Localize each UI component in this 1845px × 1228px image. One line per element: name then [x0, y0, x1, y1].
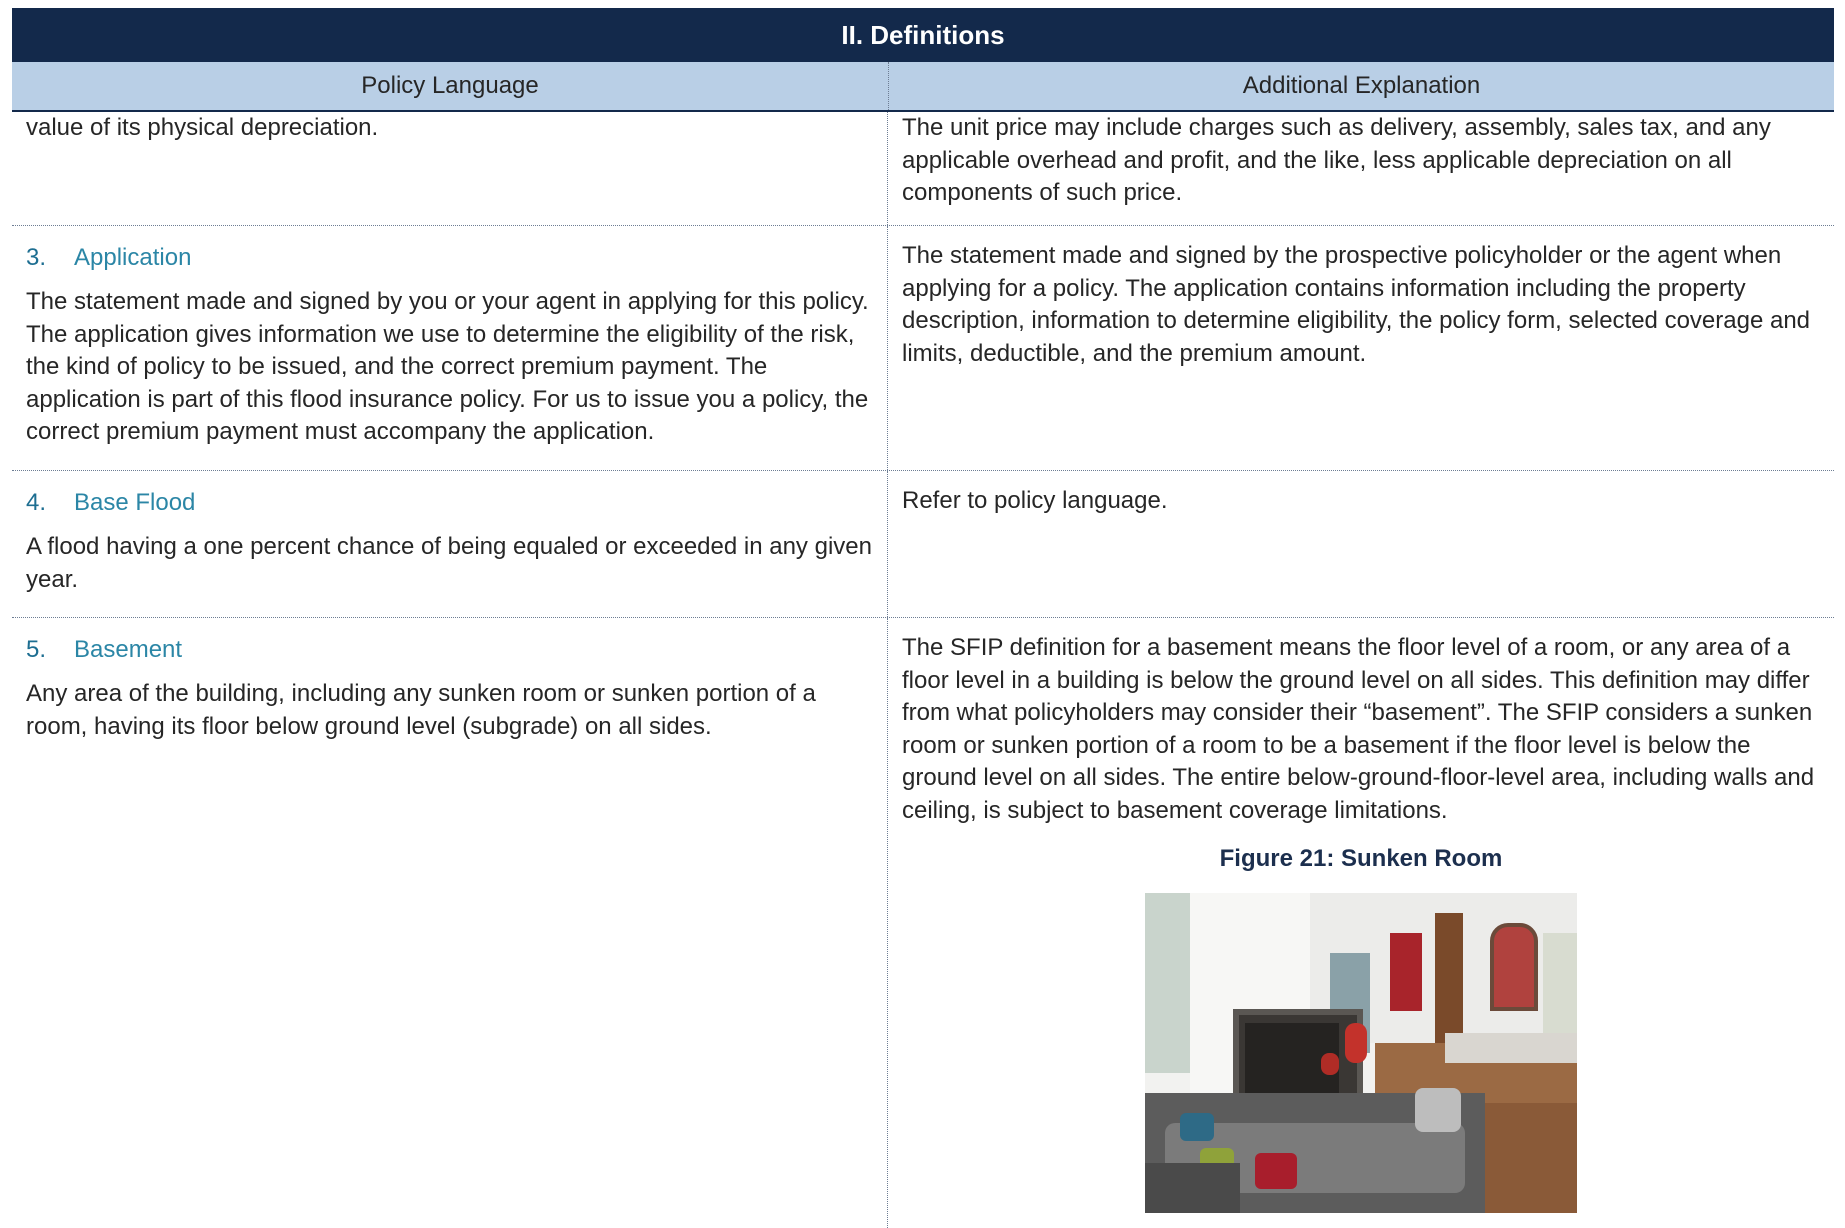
sunken-room-photo: [1145, 893, 1577, 1213]
term-title: Application: [74, 244, 192, 271]
policy-text: value of its physical depreciation.: [26, 114, 379, 141]
term-title: Basement: [74, 636, 183, 663]
explanation-text: Refer to policy language.: [902, 487, 1168, 514]
explanation-text: The SFIP definition for a basement means…: [902, 634, 1815, 824]
definition-term: 4. Base Flood: [26, 489, 873, 517]
section-title: II. Definitions: [12, 8, 1834, 62]
explanation-text: The statement made and signed by the pro…: [902, 242, 1811, 367]
definition-term: 3. Application: [26, 244, 873, 272]
column-header-row: Policy Language Additional Explanation: [12, 62, 1834, 112]
term-title: Base Flood: [74, 489, 196, 516]
policy-text: Any area of the building, including any …: [26, 680, 816, 740]
term-number: 4.: [26, 489, 47, 516]
table-row: value of its physical depreciation. The …: [12, 112, 1834, 226]
table-row: 3. Application The statement made and si…: [12, 226, 1834, 471]
definition-term: 5. Basement: [26, 636, 873, 664]
column-header-additional-explanation: Additional Explanation: [1242, 72, 1481, 99]
column-header-policy-language: Policy Language: [12, 62, 889, 110]
figure-caption: Figure 21: Sunken Room: [1219, 845, 1503, 872]
table-row: 5. Basement Any area of the building, in…: [12, 618, 1834, 1228]
explanation-text: The unit price may include charges such …: [902, 114, 1771, 206]
table-row: 4. Base Flood A flood having a one perce…: [12, 471, 1834, 618]
term-number: 3.: [26, 244, 47, 271]
policy-text: The statement made and signed by you or …: [26, 288, 869, 445]
definitions-table: II. Definitions Policy Language Addition…: [12, 8, 1834, 1228]
policy-text: A flood having a one percent chance of b…: [26, 533, 872, 593]
term-number: 5.: [26, 636, 47, 663]
